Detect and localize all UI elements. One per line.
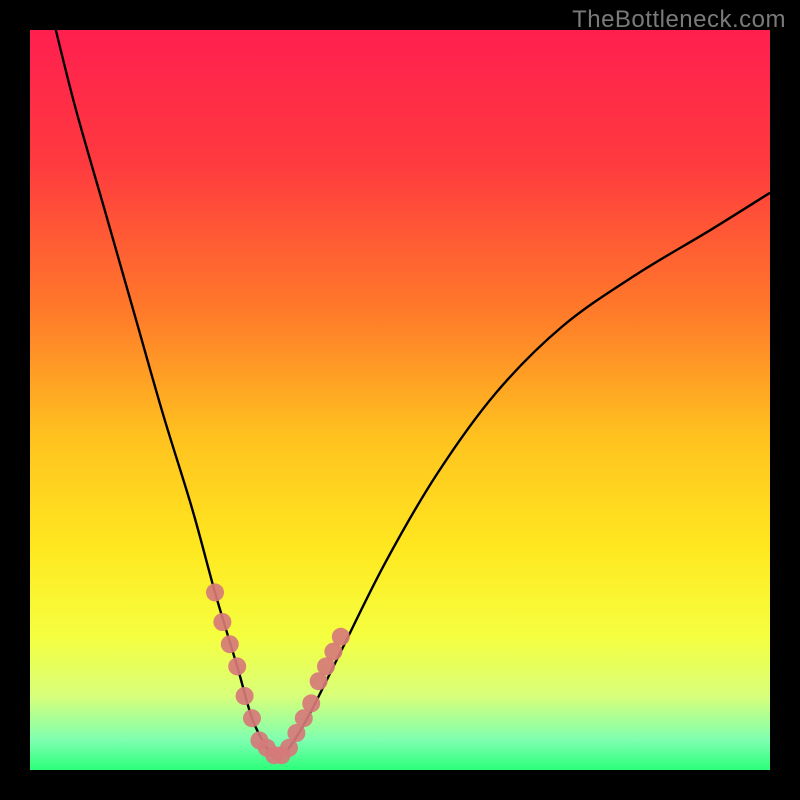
outer-frame: TheBottleneck.com (0, 0, 800, 800)
marker-point (228, 657, 246, 675)
highlighted-points (206, 583, 350, 764)
marker-point (243, 709, 261, 727)
marker-point (221, 635, 239, 653)
bottleneck-curve (52, 15, 770, 755)
watermark-text: TheBottleneck.com (572, 6, 786, 34)
plot-area (30, 30, 770, 770)
chart-svg (30, 30, 770, 770)
marker-point (302, 694, 320, 712)
marker-point (236, 687, 254, 705)
marker-point (332, 628, 350, 646)
marker-point (206, 583, 224, 601)
marker-point (213, 613, 231, 631)
